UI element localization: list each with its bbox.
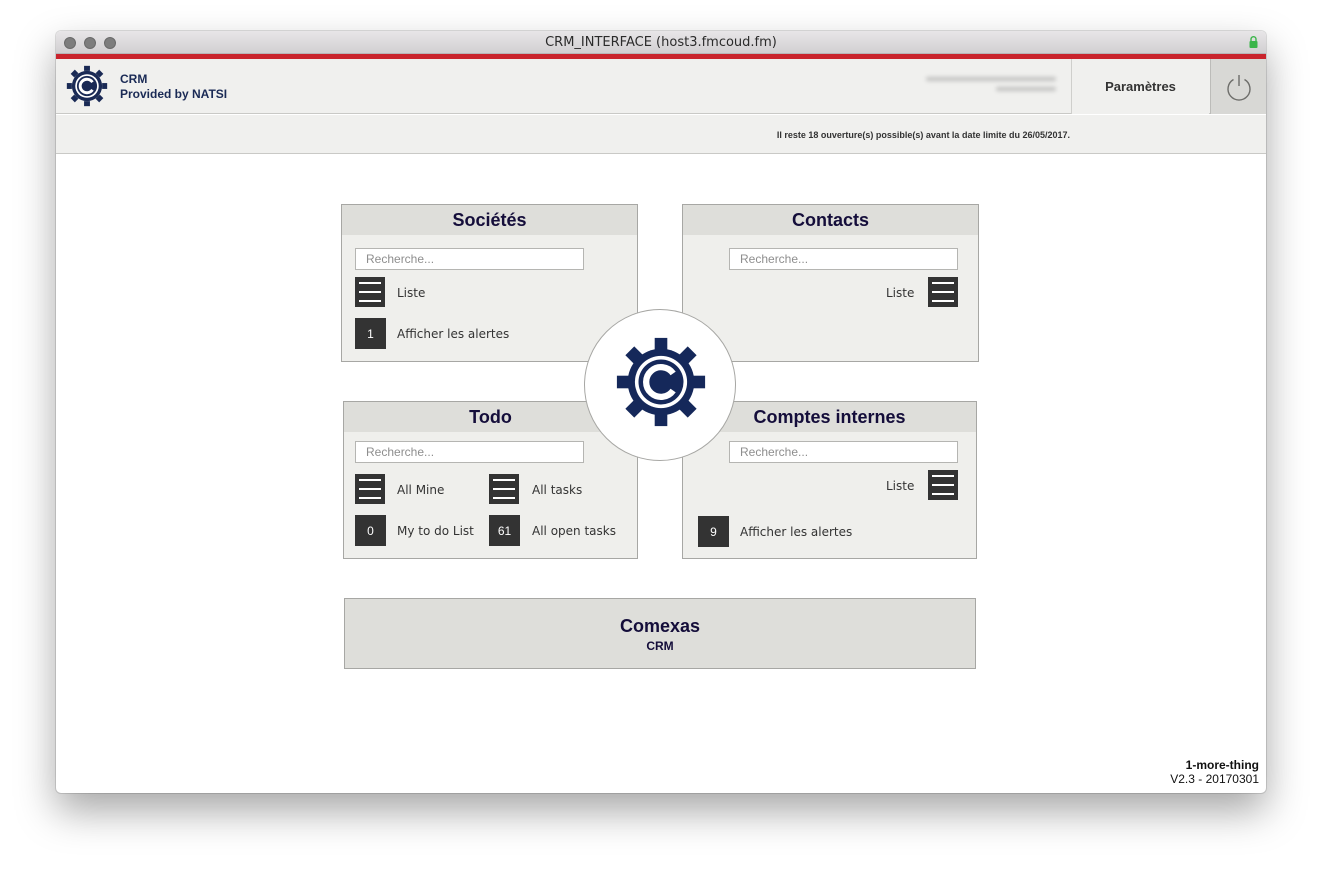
- contacts-list-button[interactable]: [928, 277, 958, 307]
- app-header: CRM Provided by NATSI Paramètres: [56, 59, 1266, 114]
- societes-list-button[interactable]: [355, 277, 385, 307]
- societes-alerts-label[interactable]: Afficher les alertes: [397, 327, 509, 341]
- app-window: CRM_INTERFACE (host3.fmcoud.fm) CRM Prov…: [56, 31, 1266, 793]
- brand-name: CRM: [120, 72, 148, 86]
- todo-all-mine-button[interactable]: [355, 474, 385, 504]
- crm-gear-logo-icon: [616, 337, 706, 427]
- comptes-alerts-count-button[interactable]: 9: [698, 516, 729, 547]
- version-label: V2.3 - 20170301: [1170, 772, 1259, 786]
- comptes-list-label: Liste: [886, 479, 915, 493]
- company-banner[interactable]: Comexas CRM: [344, 598, 976, 669]
- todo-search-input[interactable]: [355, 441, 584, 463]
- societes-list-label: Liste: [397, 286, 426, 300]
- window-titlebar: CRM_INTERFACE (host3.fmcoud.fm): [56, 31, 1266, 54]
- contacts-search-input[interactable]: [729, 248, 958, 270]
- vendor-credit: 1-more-thing: [1185, 758, 1259, 772]
- todo-open-tasks-label[interactable]: All open tasks: [532, 524, 616, 538]
- todo-my-list-label[interactable]: My to do List: [397, 524, 474, 538]
- panel-title: Contacts: [683, 205, 978, 235]
- todo-all-mine-label: All Mine: [397, 483, 445, 497]
- lock-icon: [1249, 36, 1258, 48]
- comptes-list-button[interactable]: [928, 470, 958, 500]
- panel-societes: Sociétés Liste 1 Afficher les alertes: [341, 204, 638, 362]
- settings-button[interactable]: Paramètres: [1071, 59, 1209, 114]
- panel-title: Sociétés: [342, 205, 637, 235]
- contacts-list-label: Liste: [886, 286, 915, 300]
- todo-all-tasks-label: All tasks: [532, 483, 583, 497]
- comptes-alerts-label[interactable]: Afficher les alertes: [740, 525, 852, 539]
- company-name: Comexas: [619, 616, 701, 636]
- user-info-blurred: [926, 77, 1066, 99]
- license-notice: Il reste 18 ouverture(s) possible(s) ava…: [776, 130, 1070, 140]
- todo-open-tasks-count-button[interactable]: 61: [489, 515, 520, 546]
- panel-contacts: Contacts Liste: [682, 204, 979, 362]
- notice-bar: Il reste 18 ouverture(s) possible(s) ava…: [56, 115, 1266, 154]
- societes-search-input[interactable]: [355, 248, 584, 270]
- panel-comptes-internes: Comptes internes Liste 9 Afficher les al…: [682, 401, 977, 559]
- comptes-search-input[interactable]: [729, 441, 958, 463]
- power-button[interactable]: [1210, 59, 1266, 114]
- panel-todo: Todo All Mine All tasks 0 My to do List …: [343, 401, 638, 559]
- todo-all-tasks-button[interactable]: [489, 474, 519, 504]
- crm-logo-icon: [66, 65, 108, 107]
- todo-my-list-count-button[interactable]: 0: [355, 515, 386, 546]
- societes-alerts-count-button[interactable]: 1: [355, 318, 386, 349]
- brand-provider: Provided by NATSI: [120, 87, 228, 101]
- power-icon: [1226, 74, 1251, 101]
- company-subtitle: CRM: [646, 639, 674, 653]
- window-title: CRM_INTERFACE (host3.fmcoud.fm): [545, 35, 777, 50]
